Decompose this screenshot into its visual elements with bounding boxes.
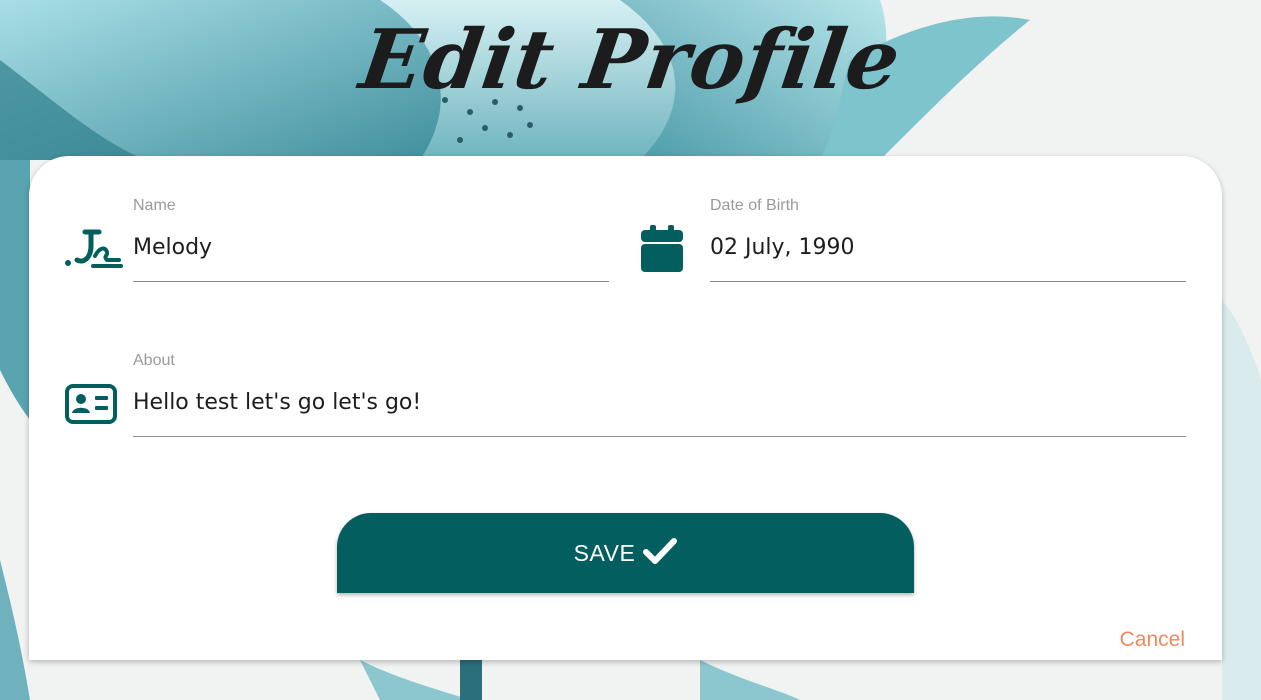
name-underline <box>133 281 609 282</box>
about-underline <box>133 436 1186 437</box>
dob-underline <box>710 281 1186 282</box>
about-label: About <box>133 352 175 369</box>
save-button[interactable]: SAVE <box>337 513 914 593</box>
about-input[interactable]: Hello test let's go let's go! <box>133 390 421 415</box>
dob-label: Date of Birth <box>710 197 799 214</box>
dob-field[interactable]: Date of Birth 02 July, 1990 <box>710 197 1186 283</box>
page-title: Edit Profile <box>354 12 907 108</box>
cancel-link[interactable]: Cancel <box>1120 628 1185 652</box>
save-label: SAVE <box>573 539 636 566</box>
name-field[interactable]: Name Melody <box>133 197 609 283</box>
name-input[interactable]: Melody <box>133 235 212 260</box>
name-label: Name <box>133 197 176 214</box>
about-field[interactable]: About Hello test let's go let's go! <box>133 352 1186 438</box>
dob-input[interactable]: 02 July, 1990 <box>710 235 855 260</box>
calendar-icon <box>641 225 683 276</box>
edit-profile-card: Name Melody Date of Birth 02 July, 1990 … <box>29 156 1222 660</box>
checkmark-icon <box>643 537 678 569</box>
signature-icon <box>63 226 123 276</box>
id-card-icon <box>65 384 117 428</box>
